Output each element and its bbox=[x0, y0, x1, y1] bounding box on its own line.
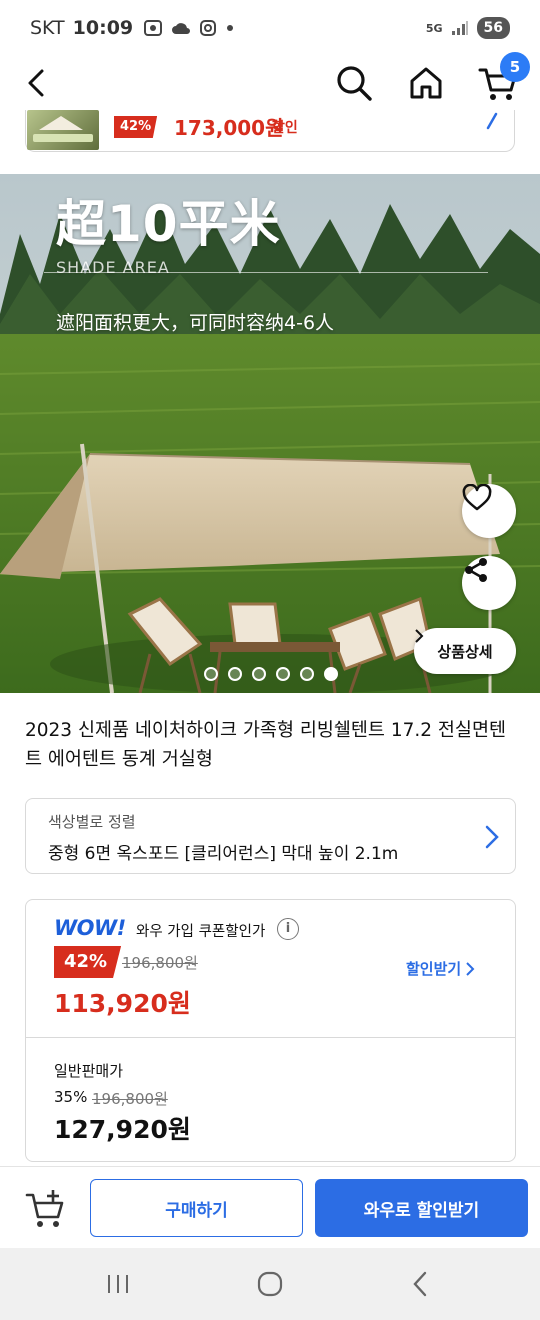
status-bar: SKT 10:09 5G 56 bbox=[0, 0, 540, 56]
carousel-dot[interactable] bbox=[300, 667, 314, 681]
general-original-price: 196,800원 bbox=[92, 1090, 168, 1108]
price-divider bbox=[26, 1037, 515, 1038]
share-icon bbox=[465, 558, 487, 582]
buy-button[interactable]: 구매하기 bbox=[90, 1179, 303, 1237]
carousel-dot[interactable] bbox=[276, 667, 290, 681]
search-icon bbox=[337, 66, 372, 101]
carrier-label: SKT bbox=[30, 17, 65, 39]
product-thumbnail bbox=[27, 110, 99, 150]
recents-icon bbox=[108, 1275, 128, 1293]
sticky-product-bar[interactable]: 42% 173,000원 할인 bbox=[25, 110, 515, 152]
chevron-right-icon bbox=[415, 629, 424, 643]
top-nav: 5 bbox=[0, 52, 540, 110]
status-time: 10:09 bbox=[72, 17, 134, 39]
product-image-carousel[interactable]: 超10平米 SHADE AREA 遮阳面积更大，可同时容纳4-6人 상품상세 bbox=[0, 174, 540, 693]
hero-caption: 遮阳面积更大，可同时容纳4-6人 bbox=[56, 312, 335, 334]
price-panel: WOW! 와우 가입 쿠폰할인가 i 42% 196,800원 113,920원… bbox=[25, 899, 516, 1162]
carousel-dot[interactable] bbox=[252, 667, 266, 681]
share-button[interactable] bbox=[462, 556, 516, 610]
option-value: 중형 6면 옥스포드 [클리어런스] 막대 높이 2.1m bbox=[48, 844, 399, 864]
wow-discount-button[interactable]: 와우로 할인받기 bbox=[315, 1179, 528, 1237]
add-to-cart-button[interactable] bbox=[24, 1187, 68, 1231]
wow-price: 113,920원 bbox=[54, 989, 191, 1018]
get-discount-link[interactable]: 할인받기 bbox=[406, 958, 475, 979]
cart-count-badge: 5 bbox=[500, 52, 530, 82]
product-detail-button[interactable]: 상품상세 bbox=[414, 628, 516, 674]
back-chevron-icon bbox=[413, 1271, 427, 1297]
cart-plus-icon bbox=[25, 1190, 64, 1227]
hero-subtitle: SHADE AREA bbox=[56, 258, 170, 277]
search-button[interactable] bbox=[330, 60, 378, 106]
general-price-label: 일반판매가 bbox=[54, 1062, 124, 1080]
get-discount-label: 할인받기 bbox=[406, 960, 462, 978]
sticky-arrow-icon bbox=[486, 112, 498, 130]
sticky-discount-label: 할인 bbox=[272, 120, 298, 136]
home-button[interactable] bbox=[402, 60, 450, 106]
cart-button[interactable]: 5 bbox=[474, 52, 530, 106]
recents-button[interactable] bbox=[98, 1266, 138, 1302]
sticky-price: 173,000원 bbox=[174, 116, 284, 140]
sticky-discount-badge: 42% bbox=[114, 116, 158, 138]
system-nav-bar bbox=[0, 1248, 540, 1320]
back-arrow-icon bbox=[28, 69, 44, 97]
battery-level: 56 bbox=[476, 17, 510, 39]
product-detail-label: 상품상세 bbox=[437, 642, 493, 661]
home-circle-icon bbox=[257, 1271, 283, 1297]
heart-icon bbox=[462, 484, 492, 511]
back-button[interactable] bbox=[12, 60, 60, 106]
system-back-button[interactable] bbox=[400, 1266, 440, 1302]
carousel-dot[interactable] bbox=[204, 667, 218, 681]
wow-logo: WOW! bbox=[54, 916, 126, 940]
instagram-icon bbox=[200, 20, 217, 36]
more-dot-icon bbox=[227, 25, 234, 31]
wishlist-button[interactable] bbox=[462, 484, 516, 538]
signal-icon bbox=[451, 21, 468, 35]
info-icon[interactable]: i bbox=[277, 918, 299, 940]
carousel-indicator bbox=[204, 667, 338, 681]
wow-discount-badge: 42% bbox=[54, 946, 122, 978]
cloud-icon bbox=[172, 23, 191, 34]
general-discount-pct: 35% bbox=[54, 1088, 88, 1106]
option-selector[interactable]: 색상별로 정렬 중형 6면 옥스포드 [클리어런스] 막대 높이 2.1m bbox=[25, 798, 516, 874]
option-label: 색상별로 정렬 bbox=[48, 813, 136, 831]
network-label: 5G bbox=[425, 21, 443, 35]
carousel-dot[interactable] bbox=[228, 667, 242, 681]
home-icon bbox=[410, 67, 442, 99]
chevron-right-icon bbox=[466, 961, 475, 976]
wow-coupon-label: 와우 가입 쿠폰할인가 bbox=[136, 924, 266, 940]
hero-headline: 超10平米 bbox=[56, 195, 281, 253]
product-title: 2023 신제품 네이처하이크 가족형 리빙쉘텐트 17.2 전실면텐트 에어텐… bbox=[25, 720, 506, 770]
screenshot-icon bbox=[144, 20, 163, 36]
chevron-right-icon bbox=[485, 825, 499, 849]
carousel-dot-active[interactable] bbox=[324, 667, 338, 681]
original-price: 196,800원 bbox=[122, 954, 198, 972]
bottom-action-bar: 구매하기 와우로 할인받기 bbox=[0, 1166, 540, 1248]
home-system-button[interactable] bbox=[250, 1266, 290, 1302]
general-price: 127,920원 bbox=[54, 1115, 191, 1144]
